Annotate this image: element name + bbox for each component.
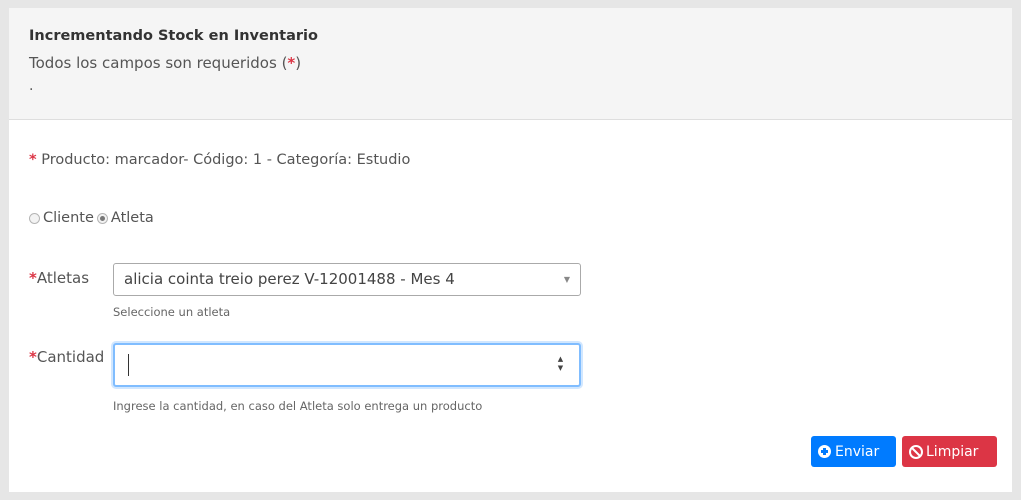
stepper-down-icon[interactable]: ▼: [555, 364, 566, 373]
required-star: *: [29, 348, 37, 366]
required-note-text: Todos los campos son requeridos: [29, 54, 277, 72]
radio-atleta-label[interactable]: Atleta: [111, 210, 154, 226]
required-note: Todos los campos son requeridos (*): [29, 53, 1012, 73]
submit-button[interactable]: Enviar: [811, 436, 896, 467]
form-card: Incrementando Stock en Inventario Todos …: [9, 8, 1012, 492]
athletes-label-text: Atletas: [36, 269, 90, 287]
reset-button-label: Limpiar: [926, 443, 979, 460]
quantity-input[interactable]: ▲ ▼: [113, 343, 581, 387]
radio-cliente[interactable]: [29, 212, 40, 224]
required-star: *: [29, 152, 37, 168]
radio-atleta[interactable]: [96, 212, 108, 224]
plus-circle-icon: [818, 445, 831, 458]
quantity-label-text: Cantidad: [36, 348, 105, 366]
text-caret: [128, 354, 129, 376]
athlete-help-text: Seleccione un atleta: [113, 305, 231, 319]
product-info: * Producto: marcador- Código: 1 - Catego…: [29, 152, 410, 168]
page-title: Incrementando Stock en Inventario: [29, 28, 318, 44]
product-info-text: Producto: marcador- Código: 1 - Categorí…: [41, 152, 411, 168]
reset-button[interactable]: Limpiar: [902, 436, 997, 467]
chevron-down-icon: ▼: [563, 275, 570, 284]
stepper-up-icon[interactable]: ▲: [555, 355, 566, 364]
athlete-select-value: alicia cointa treio perez V-12001488 - M…: [124, 270, 455, 288]
ban-icon: [909, 444, 923, 459]
card-header: Incrementando Stock en Inventario Todos …: [9, 8, 1012, 120]
submit-button-label: Enviar: [835, 443, 880, 460]
quantity-help-text: Ingrese la cantidad, en caso del Atleta …: [113, 399, 483, 413]
quantity-stepper[interactable]: ▲ ▼: [555, 355, 566, 375]
athlete-select[interactable]: alicia cointa treio perez V-12001488 - M…: [113, 263, 581, 296]
required-star: *: [29, 269, 37, 287]
radio-cliente-label[interactable]: Cliente: [43, 210, 94, 226]
recipient-radio-group: Cliente Atleta: [29, 210, 157, 226]
header-dot: .: [29, 78, 34, 94]
quantity-label: *Cantidad: [29, 348, 104, 366]
required-note-paren-close: ): [295, 54, 302, 72]
athletes-label: *Atletas: [29, 269, 89, 287]
